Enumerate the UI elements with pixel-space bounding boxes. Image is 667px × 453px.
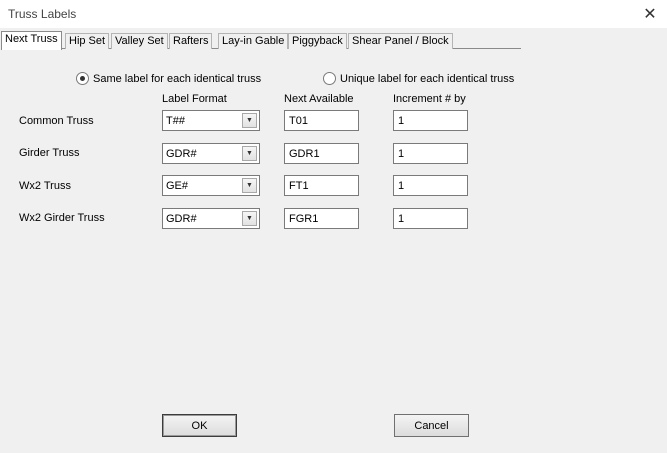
row-label-common-truss: Common Truss — [19, 115, 94, 127]
radio-same-label[interactable]: Same label for each identical truss — [76, 72, 261, 85]
tab-strip: Next Truss Hip Set Valley Set Rafters La… — [1, 31, 521, 50]
combo-value: GE# — [166, 180, 189, 192]
row-label-wx2-girder-truss: Wx2 Girder Truss — [19, 212, 105, 224]
radio-label: Same label for each identical truss — [93, 72, 262, 85]
tab-label: Lay-in Gable — [222, 35, 285, 47]
label-format-combo-wx2[interactable]: GE# ▼ — [162, 175, 260, 196]
title-bar: Truss Labels ✕ — [0, 0, 667, 28]
tab-label: Piggyback — [292, 35, 343, 47]
row-label-girder-truss: Girder Truss — [19, 147, 80, 159]
radio-unique-label[interactable]: Unique label for each identical truss — [323, 72, 514, 85]
tab-next-truss[interactable]: Next Truss — [1, 31, 62, 50]
cancel-button[interactable]: Cancel — [394, 414, 469, 437]
dropdown-button[interactable]: ▼ — [242, 211, 257, 226]
dropdown-button[interactable]: ▼ — [242, 178, 257, 193]
increment-field-wx2-girder[interactable]: 1 — [393, 208, 468, 229]
tab-lay-in-gable[interactable]: Lay-in Gable — [218, 33, 289, 49]
next-available-field-girder[interactable]: GDR1 — [284, 143, 359, 164]
next-available-field-wx2-girder[interactable]: FGR1 — [284, 208, 359, 229]
next-available-header: Next Available — [284, 93, 354, 105]
combo-value: GDR# — [166, 213, 197, 225]
tab-valley-set[interactable]: Valley Set — [111, 33, 168, 49]
label-format-header: Label Format — [162, 93, 227, 105]
tab-rafters[interactable]: Rafters — [169, 33, 213, 49]
label-format-combo-girder[interactable]: GDR# ▼ — [162, 143, 260, 164]
window-title: Truss Labels — [8, 7, 77, 21]
row-label-wx2-truss: Wx2 Truss — [19, 180, 71, 192]
radio-label: Unique label for each identical truss — [340, 72, 515, 85]
tab-piggyback[interactable]: Piggyback — [288, 33, 347, 49]
tab-label: Shear Panel / Block — [352, 35, 449, 47]
tab-hip-set[interactable]: Hip Set — [65, 33, 110, 49]
chevron-down-icon: ▼ — [246, 150, 253, 157]
dropdown-button[interactable]: ▼ — [242, 146, 257, 161]
increment-field-common[interactable]: 1 — [393, 110, 468, 131]
ok-button[interactable]: OK — [162, 414, 237, 437]
radio-button[interactable] — [76, 72, 89, 85]
close-icon: ✕ — [643, 6, 657, 23]
increment-field-girder[interactable]: 1 — [393, 143, 468, 164]
chevron-down-icon: ▼ — [246, 117, 253, 124]
tab-label: Rafters — [173, 35, 209, 47]
increment-field-wx2[interactable]: 1 — [393, 175, 468, 196]
tab-label: Valley Set — [115, 35, 164, 47]
tab-label: Hip Set — [69, 35, 106, 47]
increment-header: Increment # by — [393, 93, 466, 105]
chevron-down-icon: ▼ — [246, 215, 253, 222]
combo-value: GDR# — [166, 148, 197, 160]
next-available-field-wx2[interactable]: FT1 — [284, 175, 359, 196]
dropdown-button[interactable]: ▼ — [242, 113, 257, 128]
tab-shear-panel-block[interactable]: Shear Panel / Block — [348, 33, 453, 49]
next-available-field-common[interactable]: T01 — [284, 110, 359, 131]
chevron-down-icon: ▼ — [246, 182, 253, 189]
radio-button[interactable] — [323, 72, 336, 85]
combo-value: T## — [166, 115, 185, 127]
label-format-combo-common[interactable]: T## ▼ — [162, 110, 260, 131]
label-format-combo-wx2-girder[interactable]: GDR# ▼ — [162, 208, 260, 229]
tab-label: Next Truss — [5, 33, 58, 45]
close-button[interactable]: ✕ — [633, 0, 667, 28]
